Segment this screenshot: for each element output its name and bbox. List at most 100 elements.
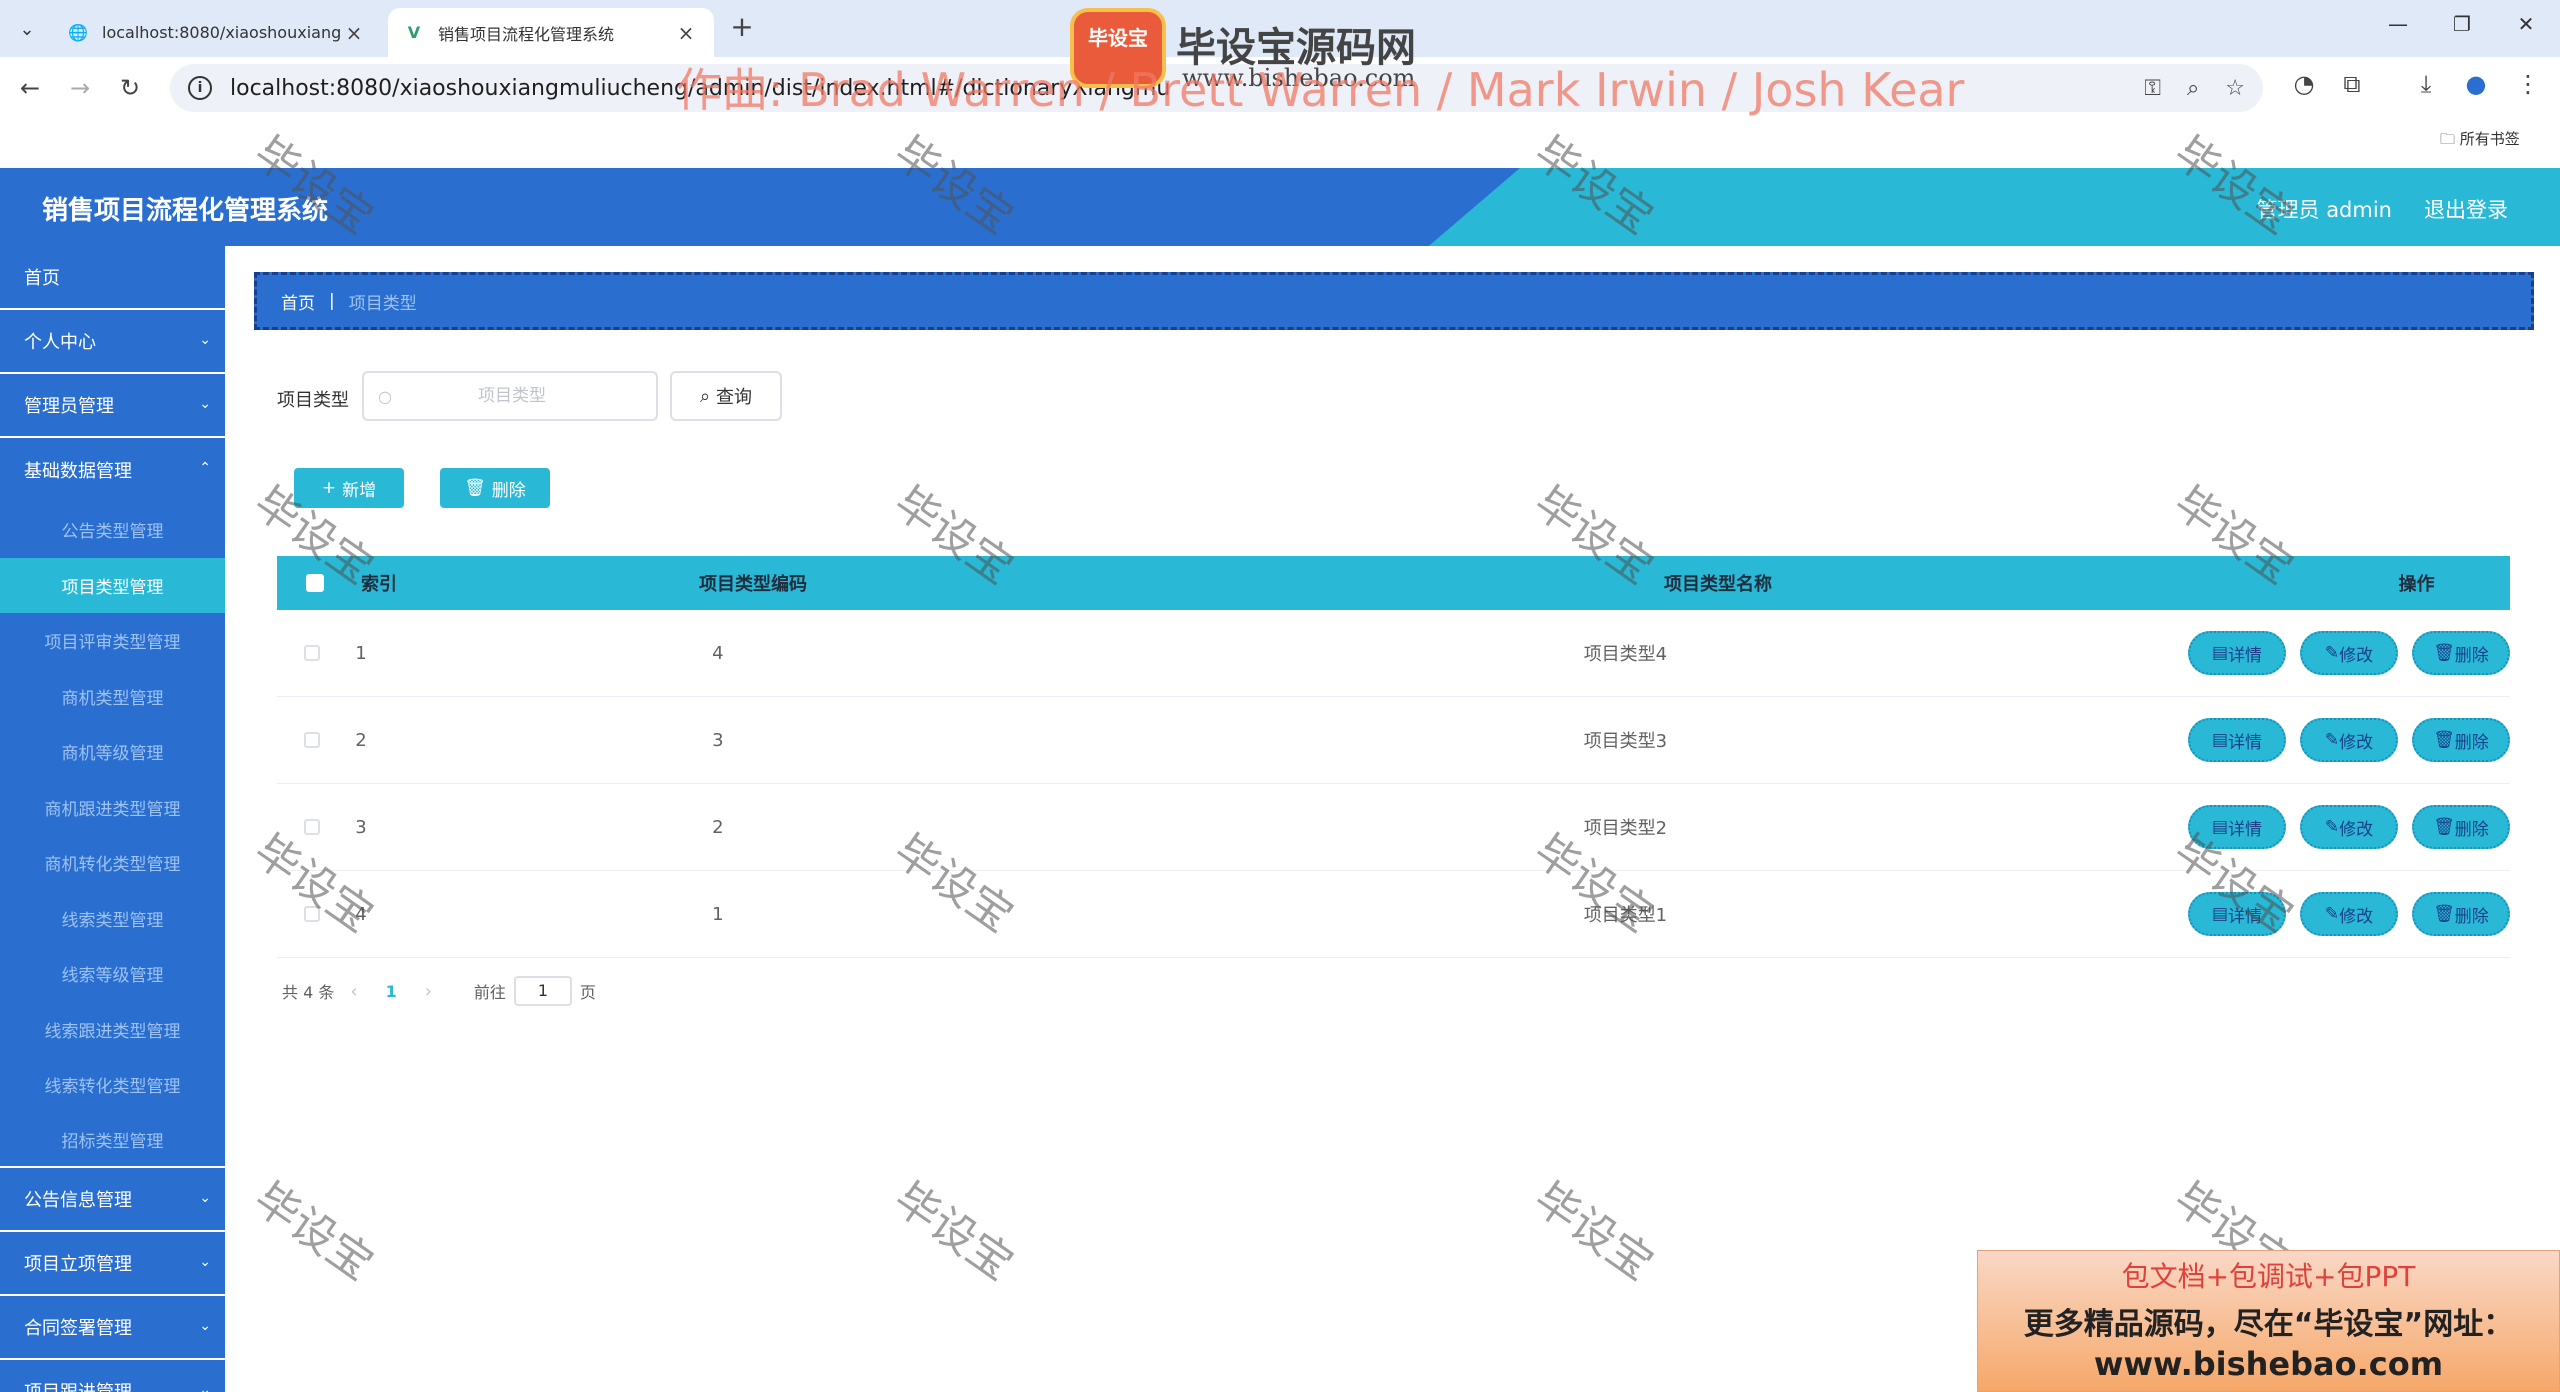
sidebar-sub-item[interactable]: 线索跟进类型管理	[0, 1002, 225, 1058]
cell-index: 2	[355, 729, 367, 751]
pencil-icon: ✎	[2324, 817, 2340, 837]
breadcrumb-separator: |	[329, 291, 335, 311]
detail-label: 详情	[2228, 645, 2263, 666]
breadcrumb-current: 项目类型	[348, 293, 417, 314]
back-icon[interactable]: ←	[12, 71, 48, 107]
edit-button[interactable]: ✎ 修改	[2300, 892, 2398, 936]
sidebar: 首页 个人中心 ⌄ 管理员管理 ⌄ 基础数据管理 ⌃ 公告类型管理 项目类型管理 项目…	[0, 246, 225, 1392]
sidebar-item-home[interactable]: 首页	[0, 246, 225, 310]
trash-icon: 🗑	[2433, 904, 2455, 924]
password-key-icon[interactable]: ⚿	[2144, 76, 2161, 101]
detail-label: 详情	[2228, 819, 2263, 840]
browser-tab-active[interactable]: V 销售项目流程化管理系统 ×	[388, 8, 714, 57]
sidebar-sub-item[interactable]: 商机类型管理	[0, 669, 225, 725]
profile-avatar-icon[interactable]: ●	[2458, 70, 2494, 98]
chevron-down-icon: ⌄	[199, 1318, 211, 1334]
tab-close-icon[interactable]: ×	[342, 21, 366, 45]
download-icon[interactable]: ⤓	[2408, 70, 2444, 98]
cell-name: 项目类型4	[1583, 644, 1668, 665]
current-user: 管理员 admin	[2256, 198, 2392, 222]
sidebar-sub-item[interactable]: 公告类型管理	[0, 502, 225, 558]
pencil-icon: ✎	[2324, 643, 2340, 663]
row-checkbox[interactable]	[304, 906, 321, 922]
trash-icon: 🗑	[2433, 643, 2455, 663]
bookmarks-label: 所有书签	[2459, 130, 2520, 148]
row-delete-button[interactable]: 🗑 删除	[2412, 631, 2510, 675]
document-icon: ▤	[2211, 904, 2229, 924]
browser-tab-inactive[interactable]: 🌐 localhost:8080/xiaoshouxiangm ×	[52, 8, 382, 57]
sidebar-item-label: 基础数据管理	[24, 461, 132, 482]
reload-icon[interactable]: ↻	[112, 71, 148, 107]
search-icon: ⌕	[699, 385, 711, 407]
sidebar-sub-item[interactable]: 线索转化类型管理	[0, 1057, 225, 1113]
breadcrumb-home[interactable]: 首页	[281, 289, 315, 314]
cell-index: 4	[355, 903, 367, 925]
cell-code: 1	[712, 903, 724, 925]
tab-search-chevron-icon[interactable]: ⌄	[12, 14, 42, 44]
tab-close-icon[interactable]: ×	[674, 21, 698, 45]
sidebar-item-contract-signing[interactable]: 合同签署管理 ⌄	[0, 1296, 225, 1360]
batch-delete-button[interactable]: 🗑 删除	[440, 468, 550, 508]
sidebar-item-notice-management[interactable]: 公告信息管理 ⌄	[0, 1168, 225, 1232]
sidebar-item-label: 管理员管理	[24, 396, 114, 417]
promo-line-2: 更多精品源码，尽在“毕设宝”网址：	[2023, 1307, 2514, 1342]
select-all-checkbox[interactable]	[306, 574, 324, 592]
sidebar-sub-item[interactable]: 招标类型管理	[0, 1113, 225, 1168]
next-page-icon[interactable]: ›	[425, 981, 432, 1002]
edit-button[interactable]: ✎ 修改	[2300, 718, 2398, 762]
detail-button[interactable]: ▤ 详情	[2188, 631, 2286, 675]
edit-label: 修改	[2339, 645, 2374, 666]
sidebar-sub-item[interactable]: 商机等级管理	[0, 724, 225, 780]
row-delete-button[interactable]: 🗑 删除	[2412, 805, 2510, 849]
extensions-puzzle-icon[interactable]: ⧉	[2334, 70, 2370, 98]
sidebar-sub-item[interactable]: 项目评审类型管理	[0, 613, 225, 669]
sidebar-sub-item-active[interactable]: 项目类型管理	[0, 557, 225, 613]
all-bookmarks[interactable]: 🗀 所有书签	[2440, 128, 2520, 154]
detail-button[interactable]: ▤ 详情	[2188, 718, 2286, 762]
restore-icon[interactable]: ❐	[2442, 12, 2482, 36]
row-checkbox[interactable]	[304, 645, 321, 661]
new-tab-icon[interactable]: +	[726, 12, 758, 44]
logout-link[interactable]: 退出登录	[2424, 194, 2508, 224]
sidebar-item-personal-center[interactable]: 个人中心 ⌄	[0, 310, 225, 374]
cell-name: 项目类型1	[1583, 905, 1668, 926]
extension-alert-icon[interactable]: ◔	[2286, 70, 2322, 98]
zoom-icon[interactable]: ⌕	[2187, 76, 2199, 101]
row-checkbox[interactable]	[304, 819, 321, 835]
sidebar-sub-item[interactable]: 线索类型管理	[0, 891, 225, 947]
goto-page-input[interactable]: 1	[513, 976, 572, 1006]
query-button[interactable]: ⌕ 查询	[670, 371, 782, 421]
sidebar-item-basic-data[interactable]: 基础数据管理 ⌃	[0, 438, 225, 502]
window-close-icon[interactable]: ✕	[2506, 12, 2546, 36]
chevron-down-icon: ⌄	[199, 1254, 211, 1270]
detail-button[interactable]: ▤ 详情	[2188, 892, 2286, 936]
tab-title: localhost:8080/xiaoshouxiangm	[102, 23, 342, 42]
prev-page-icon[interactable]: ‹	[350, 981, 357, 1002]
chevron-up-icon: ⌃	[199, 460, 211, 476]
search-input[interactable]	[391, 386, 632, 406]
edit-button[interactable]: ✎ 修改	[2300, 631, 2398, 675]
row-delete-button[interactable]: 🗑 删除	[2412, 718, 2510, 762]
add-button-label: 新增	[342, 480, 377, 501]
document-icon: ▤	[2211, 643, 2229, 663]
minimize-icon[interactable]: —	[2378, 12, 2418, 36]
sidebar-sub-item[interactable]: 线索等级管理	[0, 946, 225, 1002]
edit-button[interactable]: ✎ 修改	[2300, 805, 2398, 849]
page-number[interactable]: 1	[386, 982, 397, 1001]
add-button[interactable]: + 新增	[294, 468, 404, 508]
app-title: 销售项目流程化管理系统	[42, 196, 329, 226]
sidebar-item-admin-management[interactable]: 管理员管理 ⌄	[0, 374, 225, 438]
detail-button[interactable]: ▤ 详情	[2188, 805, 2286, 849]
sidebar-item-project-approval[interactable]: 项目立项管理 ⌄	[0, 1232, 225, 1296]
browser-menu-icon[interactable]: ⋮	[2510, 70, 2546, 98]
sidebar-item-project-followup[interactable]: 项目跟进管理 ⌄	[0, 1360, 225, 1392]
bookmark-star-icon[interactable]: ☆	[2225, 76, 2245, 101]
forward-icon[interactable]: →	[62, 71, 98, 107]
sidebar-sub-item[interactable]: 商机跟进类型管理	[0, 780, 225, 836]
site-info-icon[interactable]: i	[188, 76, 212, 100]
search-field[interactable]: ○	[362, 371, 658, 421]
sidebar-sub-item[interactable]: 商机转化类型管理	[0, 835, 225, 891]
row-delete-button[interactable]: 🗑 删除	[2412, 892, 2510, 936]
pagination: 共 4 条 ‹ 1 › 前往 1 页	[282, 976, 596, 1006]
row-checkbox[interactable]	[304, 732, 321, 748]
